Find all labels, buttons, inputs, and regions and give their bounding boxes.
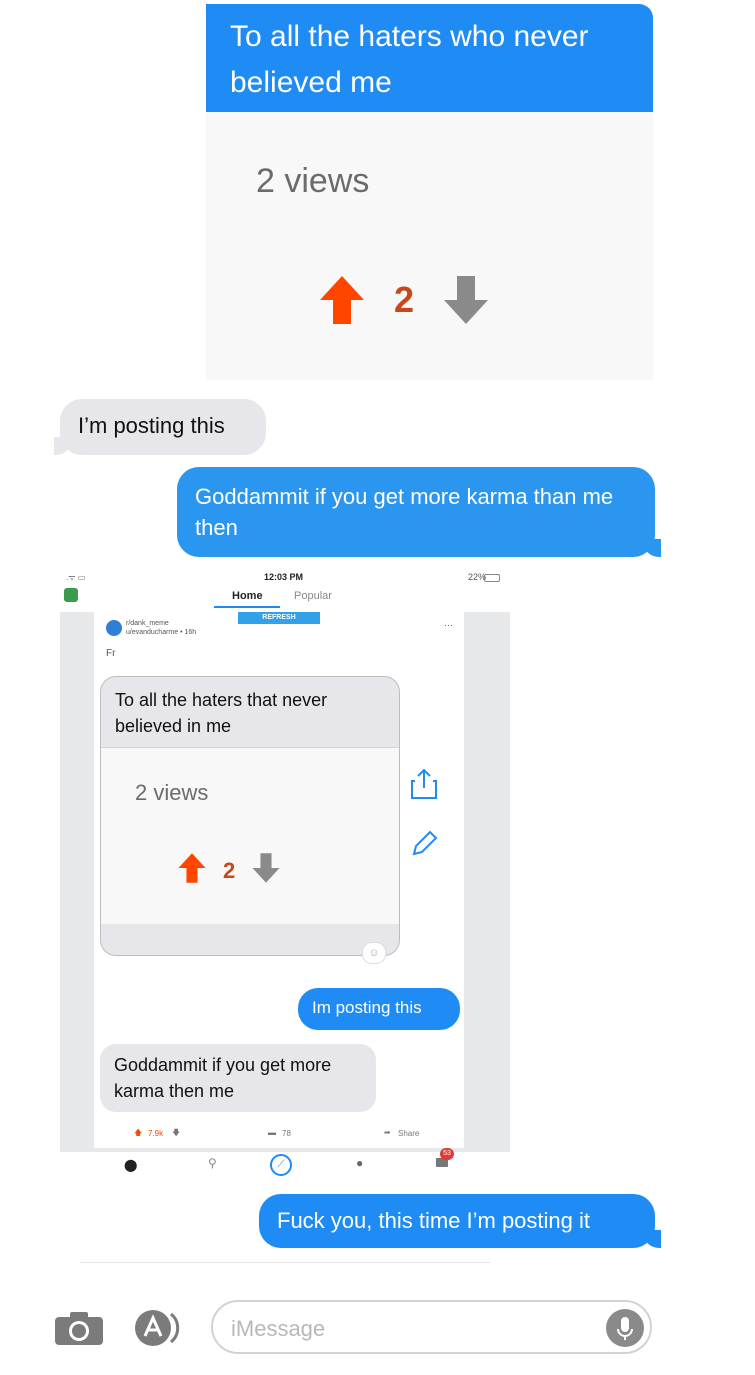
composer-divider: [80, 1262, 490, 1263]
bottom-nav: ⬤ ⚲ ⟋ ● 53: [60, 1148, 510, 1180]
chat-nav-icon[interactable]: ●: [356, 1156, 363, 1170]
inner-received-message-1-text: To all the haters that never believed in…: [115, 690, 328, 736]
home-nav-icon[interactable]: ⬤: [124, 1158, 137, 1172]
battery-icon: [484, 574, 500, 582]
app-logo-icon[interactable]: [64, 588, 78, 602]
comments-icon[interactable]: ▬: [268, 1128, 276, 1137]
inner-downvote-icon: [251, 852, 281, 889]
message-input[interactable]: iMessage: [211, 1300, 652, 1354]
sent-message-2[interactable]: Goddammit if you get more karma than me …: [177, 467, 661, 557]
explore-nav-icon[interactable]: ⟋: [270, 1154, 292, 1176]
inner-received-message-2: Goddammit if you get more karma then me: [100, 1044, 376, 1112]
sent-message-1[interactable]: To all the haters who never believed me: [206, 4, 653, 112]
inbox-badge: 53: [440, 1148, 454, 1160]
inner-vote-count: 2: [223, 857, 236, 883]
status-signal-icon: .ᯤ ▭: [66, 573, 86, 582]
share-arrow-icon[interactable]: ➦: [384, 1128, 391, 1137]
camera-button[interactable]: [54, 1310, 104, 1351]
post-actions-bar: 🡅 7.9k 🡇 ▬ 78 ➦ Share: [94, 1126, 464, 1142]
post-card[interactable]: REFRESH r/dank_meme u/evanducharme • 16h…: [94, 612, 464, 1148]
feed-area: REFRESH r/dank_meme u/evanducharme • 16h…: [60, 612, 510, 1152]
comments-count[interactable]: 78: [282, 1129, 291, 1138]
inner-preview-card: 2 views 2: [101, 747, 399, 924]
post-title: Fr: [106, 648, 116, 659]
sent-message-2-text: Goddammit if you get more karma than me …: [195, 484, 614, 540]
attached-screenshot[interactable]: .ᯤ ▭ 12:03 PM 22% Home Popular REFRESH r…: [60, 568, 510, 1180]
subreddit-avatar[interactable]: [106, 620, 122, 636]
vote-row: 2: [318, 274, 490, 326]
inner-views-count: 2 views: [135, 780, 209, 805]
reddit-preview-card: 2 views 2: [206, 112, 653, 380]
downvote-arrow-icon[interactable]: [442, 274, 490, 326]
upvote-arrow-icon[interactable]: [318, 274, 366, 326]
message-input-placeholder: iMessage: [231, 1316, 326, 1341]
inner-sent-message: Im posting this: [298, 988, 460, 1030]
inner-received-message-2-text: Goddammit if you get more karma then me: [114, 1055, 332, 1101]
score-count: 7.9k: [148, 1129, 164, 1138]
search-nav-icon[interactable]: ⚲: [208, 1156, 217, 1170]
reaction-icon[interactable]: ☺: [362, 942, 386, 964]
status-time: 12:03 PM: [264, 572, 304, 582]
score-downvote-icon[interactable]: 🡇: [172, 1127, 180, 1141]
inner-received-message-1: To all the haters that never believed in…: [100, 676, 400, 956]
score-upvote-icon[interactable]: 🡅: [134, 1127, 142, 1141]
tab-underline: [214, 606, 280, 608]
tab-home[interactable]: Home: [232, 590, 263, 602]
sent-message-3-text: Fuck you, this time I’m posting it: [277, 1208, 590, 1233]
edit-pencil-icon[interactable]: [410, 830, 438, 863]
post-user[interactable]: u/evanducharme • 16h: [126, 629, 196, 636]
vote-count: 2: [394, 279, 415, 320]
views-count: 2 views: [256, 162, 370, 200]
share-icon[interactable]: [410, 768, 438, 805]
sent-message-3[interactable]: Fuck you, this time I’m posting it: [259, 1194, 661, 1248]
received-message-1-text: I’m posting this: [78, 413, 225, 438]
subreddit-name[interactable]: r/dank_meme: [126, 620, 169, 627]
share-label[interactable]: Share: [398, 1129, 419, 1138]
tab-popular[interactable]: Popular: [294, 590, 332, 602]
refresh-button[interactable]: REFRESH: [238, 612, 320, 624]
sent-message-1-text: To all the haters who never believed me: [230, 20, 589, 99]
received-message-1[interactable]: I’m posting this: [54, 399, 266, 455]
inner-upvote-icon: [177, 852, 207, 889]
inner-sent-message-text: Im posting this: [312, 998, 422, 1017]
more-options-icon[interactable]: ···: [444, 620, 453, 630]
app-store-button[interactable]: [133, 1308, 187, 1353]
inner-vote-row: 2: [177, 852, 281, 889]
microphone-icon[interactable]: [606, 1309, 644, 1347]
